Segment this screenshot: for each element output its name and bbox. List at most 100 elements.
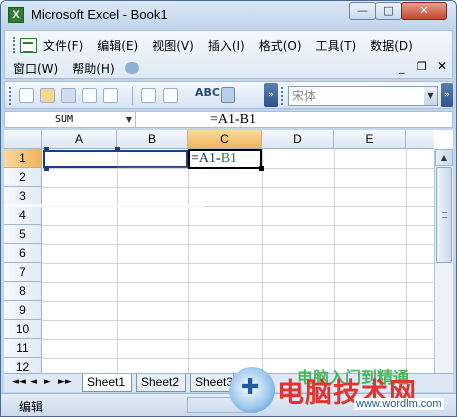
grid-line (262, 149, 263, 373)
status-mode: 编辑 (19, 400, 44, 414)
workbook-minimize-button[interactable]: _ (399, 61, 405, 74)
row-header-7[interactable]: 7 (4, 263, 42, 282)
minimize-button[interactable]: — (349, 2, 376, 20)
name-box[interactable]: SUM (5, 112, 136, 127)
select-all-corner[interactable] (4, 130, 42, 149)
range-a1-b1-highlight (43, 150, 188, 168)
font-name-select[interactable]: 宋体 (288, 86, 438, 106)
chevron-down-icon[interactable]: ▼ (424, 87, 437, 105)
toolbar-options-icon[interactable]: » (264, 83, 278, 107)
open-icon[interactable] (40, 88, 55, 103)
grid-line (42, 339, 434, 340)
fill-handle[interactable] (259, 166, 264, 171)
menu-edit[interactable]: 编辑(E) (97, 37, 138, 54)
row-header-10[interactable]: 10 (4, 320, 42, 339)
window-title: Microsoft Excel - Book1 (31, 7, 168, 22)
toolbar-grip[interactable] (9, 87, 12, 105)
scroll-thumb[interactable] (436, 167, 452, 263)
row-header-9[interactable]: 9 (4, 301, 42, 320)
cell-c1-editor[interactable]: =A1-B1 (188, 149, 262, 169)
range-handle[interactable] (115, 147, 120, 152)
format-toolbar-grip[interactable] (281, 87, 284, 105)
range-handle[interactable] (44, 166, 49, 171)
watermark-stripe (4, 204, 204, 207)
column-header-e[interactable]: E (334, 130, 406, 149)
row-header-8[interactable]: 8 (4, 282, 42, 301)
formula-bar: SUM ▼ =A1-B1 (4, 111, 453, 128)
column-header-a[interactable]: A (42, 130, 117, 149)
grid-line (42, 320, 434, 321)
menu-row-1: 文件(F) 编辑(E) 视图(V) 插入(I) 格式(O) 工具(T) 数据(D… (13, 34, 427, 56)
workbook-restore-button[interactable]: ❐ (417, 60, 427, 73)
menu-bar: 文件(F) 编辑(E) 视图(V) 插入(I) 格式(O) 工具(T) 数据(D… (4, 30, 453, 79)
workbook-icon[interactable] (20, 37, 37, 53)
grid-line (334, 149, 335, 373)
menu-data[interactable]: 数据(D) (370, 37, 413, 54)
menu-window[interactable]: 窗口(W) (13, 60, 58, 77)
last-sheet-button[interactable]: ►► (58, 377, 72, 387)
grid-line (117, 149, 118, 373)
menu-file[interactable]: 文件(F) (43, 37, 83, 54)
grid-line (42, 282, 434, 283)
save-icon[interactable] (61, 88, 76, 103)
grid-line (42, 263, 434, 264)
column-header-c[interactable]: C (188, 130, 262, 149)
column-header-d[interactable]: D (262, 130, 334, 149)
formula-input[interactable]: =A1-B1 (210, 112, 256, 128)
range-handle[interactable] (44, 147, 49, 152)
new-icon[interactable] (19, 88, 34, 103)
tab-sheet2[interactable]: Sheet2 (136, 374, 186, 392)
row-header-4[interactable]: 4 (4, 206, 42, 225)
first-sheet-button[interactable]: ◄◄ (12, 377, 26, 387)
menu-row-2: 窗口(W) 帮助(H) (13, 57, 139, 79)
excel-window: X Microsoft Excel - Book1 — □ ✕ 文件(F) 编辑… (0, 0, 457, 417)
grid-line (42, 225, 434, 226)
excel-app-icon[interactable]: X (8, 7, 24, 23)
watermark-plus-icon: ✚ (241, 375, 260, 400)
name-box-dropdown-icon[interactable]: ▼ (122, 112, 136, 127)
print-preview-icon[interactable] (163, 88, 178, 103)
row-header-1[interactable]: 1 (4, 149, 42, 168)
title-bar[interactable]: X Microsoft Excel - Book1 — □ ✕ (1, 1, 456, 29)
permission-icon[interactable] (82, 88, 97, 103)
b1-reference-border (117, 167, 188, 168)
email-icon[interactable] (103, 88, 118, 103)
tab-sheet1[interactable]: Sheet1 (82, 374, 132, 392)
standard-toolbar: ABC » 宋体 ▼ » (4, 81, 453, 109)
vertical-scrollbar[interactable]: ▲ (434, 149, 453, 373)
print-icon[interactable] (141, 88, 156, 103)
row-header-6[interactable]: 6 (4, 244, 42, 263)
formula-equals: = (191, 151, 199, 166)
spelling-icon[interactable]: ABC (195, 86, 220, 99)
row-header-5[interactable]: 5 (4, 225, 42, 244)
next-sheet-button[interactable]: ► (44, 377, 51, 387)
menu-help[interactable]: 帮助(H) (72, 60, 114, 77)
column-header-f[interactable] (406, 130, 434, 149)
worksheet-grid[interactable]: A B C D E 1 2 3 4 5 6 7 8 9 10 11 12 =A1… (4, 130, 453, 373)
formula-ref-a1: A1 (198, 151, 217, 166)
scroll-up-icon[interactable]: ▲ (435, 149, 453, 166)
format-toolbar-options-icon[interactable]: » (441, 83, 453, 107)
tab-sheet3[interactable]: Sheet3 (190, 374, 234, 392)
menu-tools[interactable]: 工具(T) (316, 37, 357, 54)
menu-format[interactable]: 格式(O) (259, 37, 302, 54)
close-button[interactable]: ✕ (401, 2, 447, 20)
maximize-button[interactable]: □ (375, 2, 402, 20)
grid-line (406, 149, 407, 373)
formula-ref-b1: B1 (220, 151, 238, 166)
watermark-url: www.wordlm.com (354, 398, 444, 410)
menu-insert[interactable]: 插入(I) (208, 37, 245, 54)
row-header-2[interactable]: 2 (4, 168, 42, 187)
workbook-close-button[interactable]: ✕ (437, 59, 447, 73)
help-icon[interactable] (124, 62, 139, 74)
research-icon[interactable] (221, 87, 235, 103)
menu-view[interactable]: 视图(V) (152, 37, 194, 54)
prev-sheet-button[interactable]: ◄ (30, 377, 37, 387)
row-header-11[interactable]: 11 (4, 339, 42, 358)
grid-line (188, 149, 189, 373)
toolbar-separator (132, 87, 133, 105)
column-header-b[interactable]: B (117, 130, 188, 149)
menu-grip[interactable] (13, 37, 16, 53)
row-header-12[interactable]: 12 (4, 358, 42, 373)
grid-line (42, 187, 434, 188)
